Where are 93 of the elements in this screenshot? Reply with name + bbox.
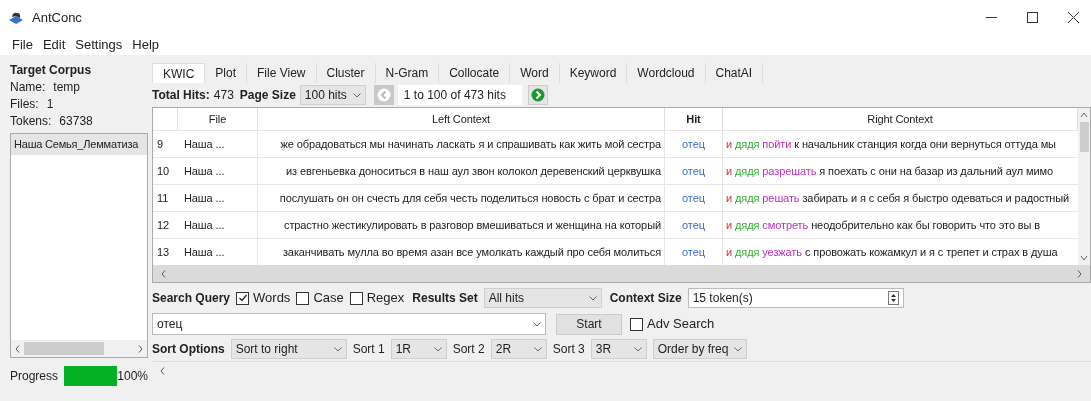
menu-item[interactable]: File <box>12 35 33 55</box>
panel-title: Target Corpus <box>10 62 93 78</box>
field-value: 1 <box>46 96 54 112</box>
next-button[interactable] <box>527 85 548 105</box>
field-label: Tokens: <box>10 113 52 129</box>
scrollbar[interactable] <box>153 265 1090 282</box>
spin-field[interactable]: 15 token(s) <box>687 288 904 308</box>
maximize-icon[interactable] <box>1027 12 1038 23</box>
checkbox[interactable] <box>296 291 310 305</box>
close-icon[interactable] <box>1068 12 1079 23</box>
field-value: 63738 <box>59 113 93 129</box>
column-header[interactable]: Left Context <box>258 108 665 130</box>
field-label: Sort 3 <box>552 341 585 358</box>
field-label: Context Size <box>609 290 682 307</box>
checkbox-label: Words <box>253 289 291 308</box>
table-cell: страстно жестикулировать в разговор вмешиваться и женщина на который <box>258 211 665 238</box>
field-label: Files: <box>10 96 39 112</box>
dropdown[interactable]: Order by freq <box>652 339 747 359</box>
caret-icon <box>533 321 541 327</box>
field-label: Search Query <box>152 290 231 307</box>
scroll-left-icon[interactable] <box>160 366 165 375</box>
window-title: AntConc <box>32 8 83 27</box>
scroll-up-icon[interactable] <box>1080 112 1088 118</box>
table-cell: и дядя разрешать я поехать с они на базар из дальний аул мимо <box>723 157 1078 184</box>
table-cell: Наша ... <box>178 184 258 211</box>
field-label: Name: <box>10 79 46 95</box>
scroll-left-icon[interactable] <box>15 344 20 353</box>
checkbox[interactable] <box>630 317 643 331</box>
dropdown[interactable]: 2R <box>490 339 547 359</box>
row-number: 9 <box>153 130 178 157</box>
row-number: 11 <box>153 184 178 211</box>
scroll-thumb[interactable] <box>24 342 104 355</box>
table-cell: послушать он он счесть для себя честь поделиться новость с брат и сестра <box>258 184 665 211</box>
table-cell: отец <box>665 157 723 184</box>
start-button[interactable]: Start <box>556 313 622 335</box>
caret-icon <box>588 295 597 301</box>
table-cell: Наша ... <box>178 130 258 157</box>
field-label: Results Set <box>412 290 478 307</box>
column-header[interactable]: File <box>178 108 258 130</box>
caret-icon <box>333 346 342 352</box>
logo-icon <box>8 10 24 25</box>
page-range-field[interactable]: 1 to 100 of 473 hits <box>397 85 522 105</box>
table-cell: из евгеньевка доноситься в наш аул звон колокол деревенский церквушка <box>258 157 665 184</box>
table-cell: отец <box>665 211 723 238</box>
table-cell: Наша ... <box>178 211 258 238</box>
menu-item[interactable]: Settings <box>75 35 123 55</box>
menu-item[interactable]: Help <box>132 35 160 55</box>
dropdown[interactable]: 3R <box>590 339 647 359</box>
field-label: Total Hits: <box>152 87 210 104</box>
tab[interactable]: KWIC <box>152 63 206 83</box>
menu-item[interactable]: Edit <box>42 35 66 55</box>
checkbox-label: Case <box>313 289 344 308</box>
checkbox-label: Adv Search <box>647 315 715 334</box>
caret-icon <box>433 346 442 352</box>
table-cell: Наша ... <box>178 157 258 184</box>
dropdown[interactable]: 100 hits <box>299 85 366 105</box>
caret-icon <box>533 346 542 352</box>
table-cell: отец <box>665 130 723 157</box>
dropdown[interactable]: All hits <box>483 288 602 308</box>
hits-count: 473 <box>213 87 234 104</box>
table-cell: и дядя смотреть неодобрительно как бы говорить что это вы в <box>723 211 1078 238</box>
dropdown[interactable]: Sort to right <box>230 339 347 359</box>
row-number: 12 <box>153 211 178 238</box>
file-list-item[interactable]: Наша Семья_Лемматиза <box>11 134 147 155</box>
scrollbar[interactable] <box>11 340 147 357</box>
field-label: Page Size <box>239 87 296 104</box>
scroll-right-icon[interactable] <box>138 344 143 353</box>
caret-icon <box>633 346 642 352</box>
scroll-thumb[interactable] <box>1079 122 1089 152</box>
progress-label: Progress <box>10 368 59 385</box>
table-cell: и дядя пойти к начальник станция когда они вернуться оттуда мы <box>723 130 1078 157</box>
scrollbar[interactable] <box>1078 108 1090 265</box>
column-header[interactable]: Hit <box>665 108 723 130</box>
checkbox[interactable] <box>236 291 250 305</box>
table-cell: отец <box>665 184 723 211</box>
scroll-right-icon[interactable] <box>1077 269 1082 278</box>
scroll-left-icon[interactable] <box>161 269 166 278</box>
caret-icon <box>352 92 361 98</box>
table-cell: и дядя решать забирать и я с себя я быстро одеваться и радостный <box>723 184 1078 211</box>
checkbox[interactable] <box>349 291 363 305</box>
field-label: Sort Options <box>152 341 225 358</box>
caret-icon <box>733 346 742 352</box>
scroll-down-icon[interactable] <box>1080 255 1088 261</box>
search-field[interactable]: отец <box>152 313 546 335</box>
dropdown[interactable]: 1R <box>390 339 447 359</box>
checkbox-label: Regex <box>366 289 405 308</box>
table-cell: же обрадоваться мы начинать ласкать я и спрашивать как жить мой сестра <box>258 130 665 157</box>
field-label: Sort 2 <box>452 341 485 358</box>
row-number: 10 <box>153 157 178 184</box>
spinner-icon <box>887 291 899 305</box>
field-value: temp <box>53 79 81 95</box>
field-label: Sort 1 <box>352 341 385 358</box>
progress-value: 100% <box>117 368 148 385</box>
